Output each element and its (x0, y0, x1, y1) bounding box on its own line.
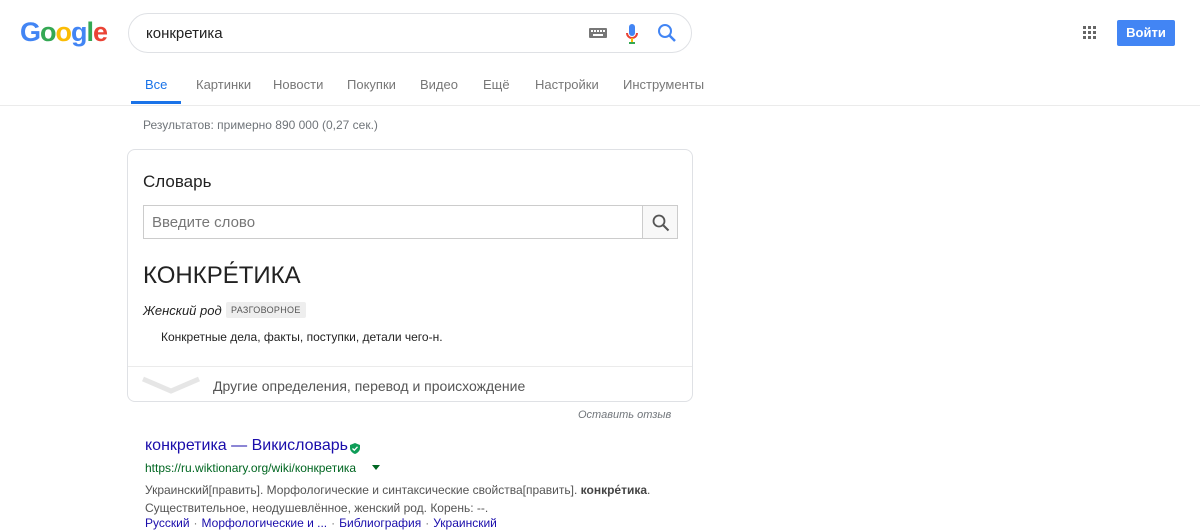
register-badge: РАЗГОВОРНОЕ (226, 302, 306, 318)
more-definitions-label: Другие определения, перевод и происхожде… (213, 378, 526, 394)
tab-shopping[interactable]: Покупки (347, 77, 396, 92)
logo-letter: G (20, 17, 41, 47)
tab-tools[interactable]: Инструменты (623, 77, 704, 92)
sublink-separator: · (193, 516, 198, 530)
url-dropdown-arrow-icon[interactable] (372, 465, 380, 470)
definition: Конкретные дела, факты, поступки, детали… (161, 330, 443, 344)
result-stats: Результатов: примерно 890 000 (0,27 сек.… (143, 118, 378, 132)
more-definitions-toggle[interactable]: Другие определения, перевод и происхожде… (128, 366, 692, 403)
search-input[interactable]: конкретика (146, 25, 223, 42)
sublink[interactable]: Русский (145, 516, 190, 530)
sublink-separator: · (425, 516, 430, 530)
logo-letter: o (55, 17, 72, 47)
tab-all[interactable]: Все (145, 77, 167, 92)
feedback-link[interactable]: Оставить отзыв (578, 409, 671, 421)
logo-letter: o (40, 17, 56, 47)
dictionary-search-button[interactable] (642, 205, 678, 239)
apps-grid-icon[interactable] (1083, 26, 1097, 45)
result-title-link[interactable]: конкретика — Викисловарь (145, 437, 348, 455)
search-box[interactable]: конкретика (128, 13, 692, 53)
microphone-icon[interactable] (625, 23, 639, 50)
search-tabs: Все Картинки Новости Покупки Видео Ещё Н… (0, 77, 1200, 106)
search-icon[interactable] (657, 23, 677, 48)
dictionary-input-placeholder: Введите слово (152, 214, 256, 231)
tab-images[interactable]: Картинки (196, 77, 251, 92)
sublink[interactable]: Украинский (433, 516, 497, 530)
active-tab-indicator (131, 101, 181, 104)
search-icon (652, 214, 670, 232)
tab-more[interactable]: Ещё (483, 77, 510, 92)
sublink[interactable]: Библиография (339, 516, 421, 530)
sublink[interactable]: Морфологические и ... (202, 516, 328, 530)
snippet-text: Украинский[править]. Морфологические и с… (145, 483, 581, 497)
dictionary-title: Словарь (143, 172, 212, 191)
result-snippet: Украинский[править]. Морфологические и с… (145, 481, 665, 517)
logo-letter: g (71, 17, 87, 47)
chevron-down-icon (141, 375, 201, 400)
tab-settings[interactable]: Настройки (535, 77, 599, 92)
logo-letter: e (93, 17, 108, 47)
keyboard-icon[interactable] (589, 26, 607, 45)
sublink-separator: · (331, 516, 336, 530)
result-url[interactable]: https://ru.wiktionary.org/wiki/конкретик… (145, 461, 356, 475)
dictionary-word-input[interactable]: Введите слово (143, 205, 643, 239)
part-of-speech: Женский род (143, 303, 222, 318)
dictionary-card: Словарь Введите слово КОНКРЕ́ТИКА Женски… (127, 149, 693, 402)
tab-videos[interactable]: Видео (420, 77, 458, 92)
tab-news[interactable]: Новости (273, 77, 323, 92)
verified-shield-icon (350, 441, 360, 459)
google-logo[interactable]: Google (20, 17, 108, 48)
result-sublinks: Русский · Морфологические и ... · Библиограф… (145, 516, 497, 530)
headword: КОНКРЕ́ТИКА (143, 262, 301, 289)
snippet-highlight: конкре́тика (580, 483, 648, 497)
signin-button[interactable]: Войти (1117, 20, 1175, 46)
